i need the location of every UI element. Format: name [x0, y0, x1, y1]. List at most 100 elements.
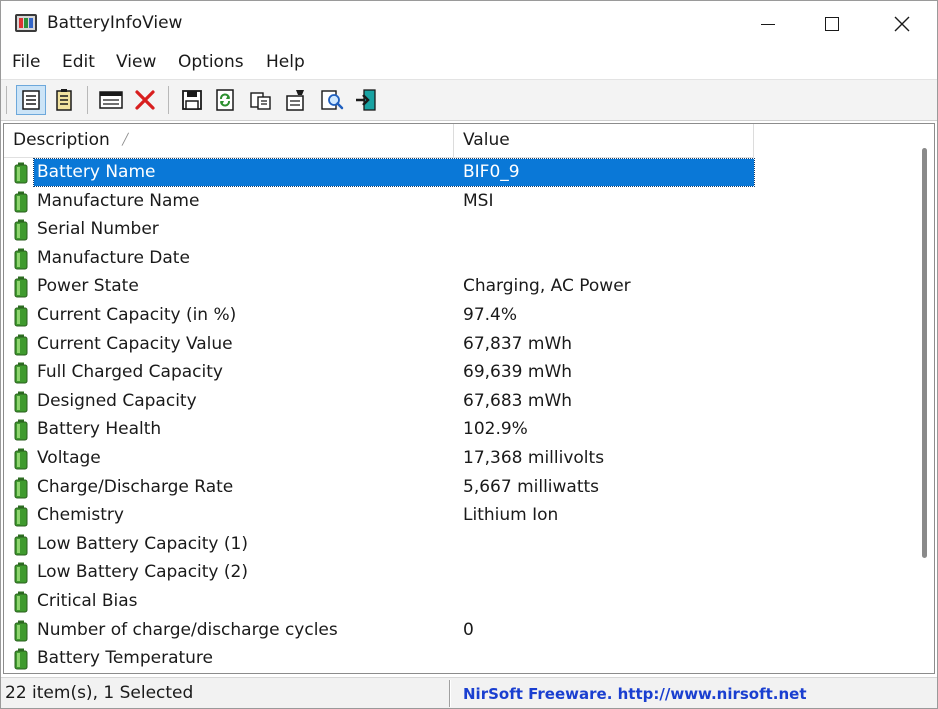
table-row[interactable]: Full Charged Capacity 69,639 mWh	[4, 359, 914, 388]
properties-icon	[286, 90, 304, 111]
table-row[interactable]: Critical Bias	[4, 588, 914, 617]
title-bar[interactable]: BatteryInfoView	[1, 1, 937, 47]
row-value	[454, 645, 754, 672]
html-report-icon	[99, 91, 123, 109]
battery-icon	[14, 248, 28, 274]
battery-icon	[14, 448, 28, 474]
row-value	[454, 588, 754, 615]
table-row[interactable]: Power State Charging, AC Power	[4, 273, 914, 302]
row-value: Lithium Ion	[463, 505, 559, 526]
battery-icon	[14, 191, 28, 217]
battery-icon	[14, 505, 28, 531]
minimize-icon	[761, 23, 775, 25]
row-description: Critical Bias	[37, 590, 138, 611]
toolbar-separator	[168, 86, 169, 114]
table-row[interactable]: Battery Temperature	[4, 645, 914, 673]
battery-log-view-icon	[56, 89, 72, 111]
table-row[interactable]: Manufacture Name MSI	[4, 188, 914, 217]
table-row[interactable]: Low Battery Capacity (1)	[4, 531, 914, 560]
toolbar-grip	[6, 86, 7, 114]
scrollbar-thumb[interactable]	[922, 148, 927, 558]
save-button[interactable]	[177, 85, 207, 115]
table-row[interactable]: Current Capacity Value 67,837 mWh	[4, 331, 914, 360]
row-description: Serial Number	[37, 219, 159, 240]
row-value: 5,667 milliwatts	[463, 476, 600, 497]
row-value: 67,837 mWh	[463, 333, 573, 354]
row-description: Number of charge/discharge cycles	[37, 619, 338, 640]
table-row[interactable]: Chemistry Lithium Ion	[4, 502, 914, 531]
window-title: BatteryInfoView	[47, 13, 183, 33]
battery-icon	[14, 276, 28, 302]
row-description: Battery Health	[37, 419, 162, 440]
row-value: MSI	[463, 190, 494, 211]
close-button[interactable]	[867, 1, 937, 47]
toolbar	[1, 79, 937, 121]
column-header-description[interactable]: Description ╱	[4, 124, 454, 158]
maximize-icon	[825, 17, 839, 31]
delete-button[interactable]	[130, 85, 160, 115]
menu-options[interactable]: Options	[178, 52, 244, 72]
exit-icon	[356, 89, 376, 111]
close-icon	[894, 16, 910, 32]
row-description: Full Charged Capacity	[37, 362, 223, 383]
table-row[interactable]: Battery Name BIF0_9	[4, 158, 914, 188]
maximize-button[interactable]	[797, 1, 867, 47]
row-description: Battery Name	[37, 162, 156, 182]
battery-icon	[14, 162, 28, 188]
column-header-value[interactable]: Value	[454, 124, 754, 158]
row-value	[454, 531, 754, 558]
row-description: Low Battery Capacity (1)	[37, 533, 248, 554]
nirsoft-link[interactable]: NirSoft Freeware. http://www.nirsoft.net	[463, 685, 807, 703]
menu-view[interactable]: View	[116, 52, 156, 72]
find-button[interactable]	[317, 85, 347, 115]
battery-log-view-button[interactable]	[49, 85, 79, 115]
refresh-icon	[216, 89, 234, 111]
sort-ascending-icon: ╱	[122, 133, 129, 146]
battery-icon	[14, 620, 28, 646]
delete-icon	[135, 90, 155, 110]
table-row[interactable]: Manufacture Date	[4, 245, 914, 274]
row-description: Manufacture Date	[37, 247, 190, 268]
find-icon	[321, 90, 344, 110]
minimize-button[interactable]	[733, 1, 803, 47]
battery-icon	[14, 591, 28, 617]
table-row[interactable]: Serial Number	[4, 216, 914, 245]
row-value: 17,368 millivolts	[463, 447, 605, 468]
battery-icon	[14, 648, 28, 673]
status-bar: 22 item(s), 1 Selected NirSoft Freeware.…	[1, 677, 937, 708]
table-row[interactable]: Battery Health 102.9%	[4, 416, 914, 445]
column-header-value-label: Value	[463, 130, 510, 150]
table-row[interactable]: Voltage 17,368 millivolts	[4, 445, 914, 474]
menu-edit[interactable]: Edit	[62, 52, 95, 72]
table-row[interactable]: Current Capacity (in %) 97.4%	[4, 302, 914, 331]
row-description: Voltage	[37, 447, 101, 468]
vertical-scrollbar[interactable]	[914, 124, 934, 673]
item-count-status: 22 item(s), 1 Selected	[5, 683, 194, 703]
properties-button[interactable]	[281, 85, 311, 115]
battery-icon	[14, 534, 28, 560]
battery-icon	[14, 391, 28, 417]
list-rows: Battery Name BIF0_9 Manufacture Name MSI Ser…	[4, 158, 914, 673]
battery-info-view-button[interactable]	[16, 85, 46, 115]
row-value: 102.9%	[463, 419, 528, 440]
table-row[interactable]: Low Battery Capacity (2)	[4, 559, 914, 588]
battery-info-list[interactable]: Description ╱ Value Battery Name BIF0_9 Ma…	[3, 123, 935, 674]
exit-button[interactable]	[351, 85, 381, 115]
row-description: Current Capacity (in %)	[37, 304, 237, 325]
menu-file[interactable]: File	[12, 52, 40, 72]
html-report-button[interactable]	[96, 85, 126, 115]
battery-icon	[14, 219, 28, 245]
battery-icon	[14, 362, 28, 388]
refresh-button[interactable]	[210, 85, 240, 115]
table-row[interactable]: Designed Capacity 67,683 mWh	[4, 388, 914, 417]
save-icon	[182, 90, 202, 110]
copy-button[interactable]	[246, 85, 276, 115]
row-description: Battery Temperature	[37, 648, 214, 669]
row-description: Low Battery Capacity (2)	[37, 562, 248, 583]
table-row[interactable]: Charge/Discharge Rate 5,667 milliwatts	[4, 474, 914, 503]
menu-help[interactable]: Help	[266, 52, 305, 72]
table-row[interactable]: Number of charge/discharge cycles 0	[4, 617, 914, 646]
battery-icon	[14, 477, 28, 503]
battery-icon	[14, 562, 28, 588]
battery-icon	[14, 419, 28, 445]
